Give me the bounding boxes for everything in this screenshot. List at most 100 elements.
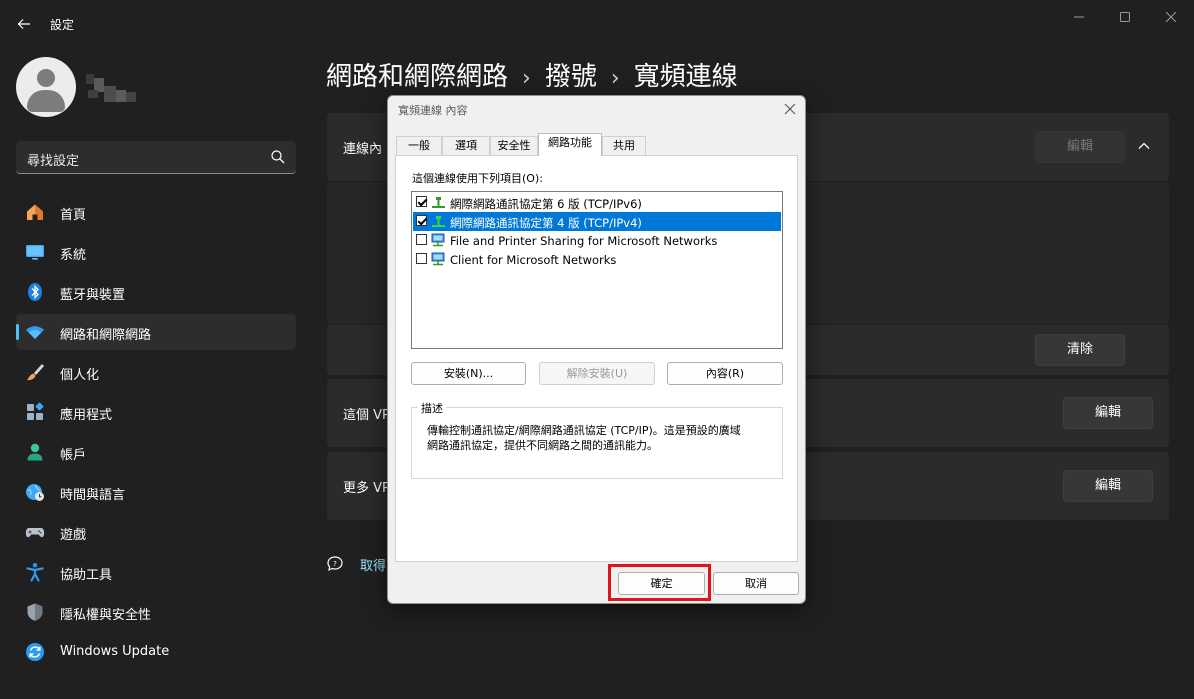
uninstall-button[interactable]: 解除安裝(U) — [539, 362, 655, 385]
sidebar-item-label: 應用程式 — [60, 408, 113, 423]
bluetooth-icon — [28, 283, 42, 301]
breadcrumb-current: 寬頻連線 — [633, 62, 738, 92]
sidebar-item-label: 遊戲 — [60, 528, 87, 543]
dialog-title: 寬頻連線 內容 — [398, 104, 468, 117]
protocol-icon — [432, 216, 445, 227]
install-button[interactable]: 安裝(N)... — [411, 362, 526, 385]
list-item-selected[interactable]: 網際網路通訊協定第 4 版 (TCP/IPv4) — [413, 212, 781, 231]
list-item[interactable]: Client for Microsoft Networks — [413, 250, 781, 269]
maximize-icon — [1120, 12, 1130, 22]
list-item-label: 網際網路通訊協定第 4 版 (TCP/IPv4) — [450, 216, 642, 230]
accessibility-icon — [26, 563, 44, 582]
sidebar-item-apps[interactable]: 應用程式 — [16, 394, 296, 430]
checkbox[interactable] — [416, 196, 427, 207]
description-group: 描述 傳輸控制通訊協定/網際網路通訊協定 (TCP/IP)。這是預設的廣域 網路… — [411, 400, 783, 479]
sidebar-item-label: 時間與語言 — [60, 488, 126, 503]
sidebar-item-personalization[interactable]: 個人化 — [16, 354, 296, 390]
update-icon — [26, 643, 44, 661]
description-text: 傳輸控制通訊協定/網際網路通訊協定 (TCP/IP)。這是預設的廣域 網路通訊協… — [427, 423, 772, 453]
sidebar-item-label: 系統 — [60, 248, 87, 263]
get-help-label: 取得 — [360, 559, 387, 574]
maximize-button[interactable] — [1102, 6, 1148, 30]
close-icon[interactable] — [780, 99, 800, 119]
breadcrumb-item[interactable]: 網路和網際網路 — [326, 62, 508, 92]
search-input[interactable]: 尋找設定 — [27, 150, 79, 169]
components-list[interactable]: 網際網路通訊協定第 6 版 (TCP/IPv6) 網際網路通訊協定第 4 版 (… — [411, 191, 783, 349]
sidebar-item-privacy[interactable]: 隱私權與安全性 — [16, 594, 296, 630]
tab-security[interactable]: 安全性 — [490, 136, 538, 156]
tab-options[interactable]: 選項 — [442, 136, 490, 156]
networking-panel: 這個連線使用下列項目(O): 網際網路通訊協定第 6 版 (TCP/IPv6) — [395, 155, 798, 562]
chevron-up-icon[interactable] — [1136, 138, 1152, 154]
apps-icon — [27, 402, 44, 420]
clear-button[interactable]: 清除 — [1035, 334, 1125, 366]
home-icon — [27, 204, 43, 220]
close-button[interactable] — [1148, 6, 1194, 30]
brush-icon — [27, 364, 44, 381]
search-box[interactable]: 尋找設定 — [16, 141, 296, 174]
search-icon[interactable] — [270, 149, 286, 165]
tab-sharing[interactable]: 共用 — [602, 136, 646, 156]
sidebar-item-home[interactable]: 首頁 — [16, 194, 296, 230]
user-name-blurred — [86, 74, 138, 106]
sidebar-item-label: 個人化 — [60, 368, 100, 383]
network-client-icon — [431, 252, 445, 266]
breadcrumb-item[interactable]: 撥號 — [545, 62, 597, 92]
description-line: 傳輸控制通訊協定/網際網路通訊協定 (TCP/IP)。這是預設的廣域 — [427, 424, 741, 437]
back-button[interactable] — [10, 10, 38, 38]
sidebar-item-windows-update[interactable]: Windows Update — [16, 634, 296, 670]
network-service-icon — [431, 233, 445, 247]
sidebar-item-label: 首頁 — [60, 208, 87, 223]
sidebar-item-label: 帳戶 — [60, 448, 87, 463]
monitor-icon — [26, 245, 44, 260]
checkbox[interactable] — [416, 215, 427, 226]
gamepad-icon — [25, 528, 45, 538]
globe-clock-icon — [26, 484, 44, 501]
svg-text:?: ? — [333, 560, 337, 568]
connection-card-label: 連線內 — [343, 142, 383, 157]
list-item[interactable]: 網際網路通訊協定第 6 版 (TCP/IPv6) — [413, 193, 781, 212]
tab-networking[interactable]: 網路功能 — [538, 133, 602, 156]
sidebar-item-system[interactable]: 系統 — [16, 234, 296, 270]
sidebar-item-label: 藍牙與裝置 — [60, 288, 126, 303]
sidebar-item-label: 隱私權與安全性 — [60, 608, 152, 623]
account-icon — [27, 443, 43, 461]
app-title: 設定 — [50, 18, 75, 32]
breadcrumb: 網路和網際網路 › 撥號 › 寬頻連線 — [326, 56, 738, 93]
sidebar-item-bluetooth[interactable]: 藍牙與裝置 — [16, 274, 296, 310]
connection-properties-dialog: 寬頻連線 內容 一般 選項 安全性 網路功能 共用 這個連線使用下列項目(O):… — [387, 95, 806, 604]
sidebar-item-label: Windows Update — [60, 644, 170, 659]
arrow-left-icon — [17, 19, 30, 29]
checkbox[interactable] — [416, 234, 427, 245]
sidebar-item-time-language[interactable]: 時間與語言 — [16, 474, 296, 510]
avatar[interactable] — [16, 57, 76, 117]
sidebar-item-gaming[interactable]: 遊戲 — [16, 514, 296, 550]
sidebar-item-accounts[interactable]: 帳戶 — [16, 434, 296, 470]
ok-button-highlight — [608, 564, 711, 601]
more-vpn-card-label: 更多 VP — [343, 481, 390, 496]
checkbox[interactable] — [416, 253, 427, 264]
vpn-edit-button[interactable]: 編輯 — [1063, 397, 1153, 429]
wifi-icon — [26, 326, 44, 339]
title-bar: 設定 — [0, 0, 1194, 48]
help-chat-icon: ? — [327, 556, 343, 572]
edit-button-disabled[interactable]: 編輯 — [1035, 131, 1125, 163]
sidebar-nav: 首頁 系統 藍牙與裝置 網路和網際網路 個人化 應用程式 帳戶 時間與語言 遊戲… — [16, 194, 296, 674]
person-icon — [37, 69, 55, 87]
sidebar-item-accessibility[interactable]: 協助工具 — [16, 554, 296, 590]
sidebar-item-label: 網路和網際網路 — [60, 328, 152, 343]
list-item[interactable]: File and Printer Sharing for Microsoft N… — [413, 231, 781, 250]
sidebar-item-network[interactable]: 網路和網際網路 — [16, 314, 296, 350]
properties-button[interactable]: 內容(R) — [667, 362, 783, 385]
sidebar-item-label: 協助工具 — [60, 568, 113, 583]
tab-general[interactable]: 一般 — [396, 136, 442, 156]
list-item-label: Client for Microsoft Networks — [450, 253, 617, 267]
cancel-button[interactable]: 取消 — [713, 572, 799, 595]
more-vpn-edit-button[interactable]: 編輯 — [1063, 470, 1153, 502]
chevron-right-icon: › — [610, 66, 620, 91]
list-item-label: File and Printer Sharing for Microsoft N… — [450, 234, 718, 248]
chevron-right-icon: › — [522, 66, 531, 91]
description-legend: 描述 — [418, 400, 446, 416]
items-caption: 這個連線使用下列項目(O): — [412, 172, 543, 185]
minimize-button[interactable] — [1056, 6, 1102, 30]
